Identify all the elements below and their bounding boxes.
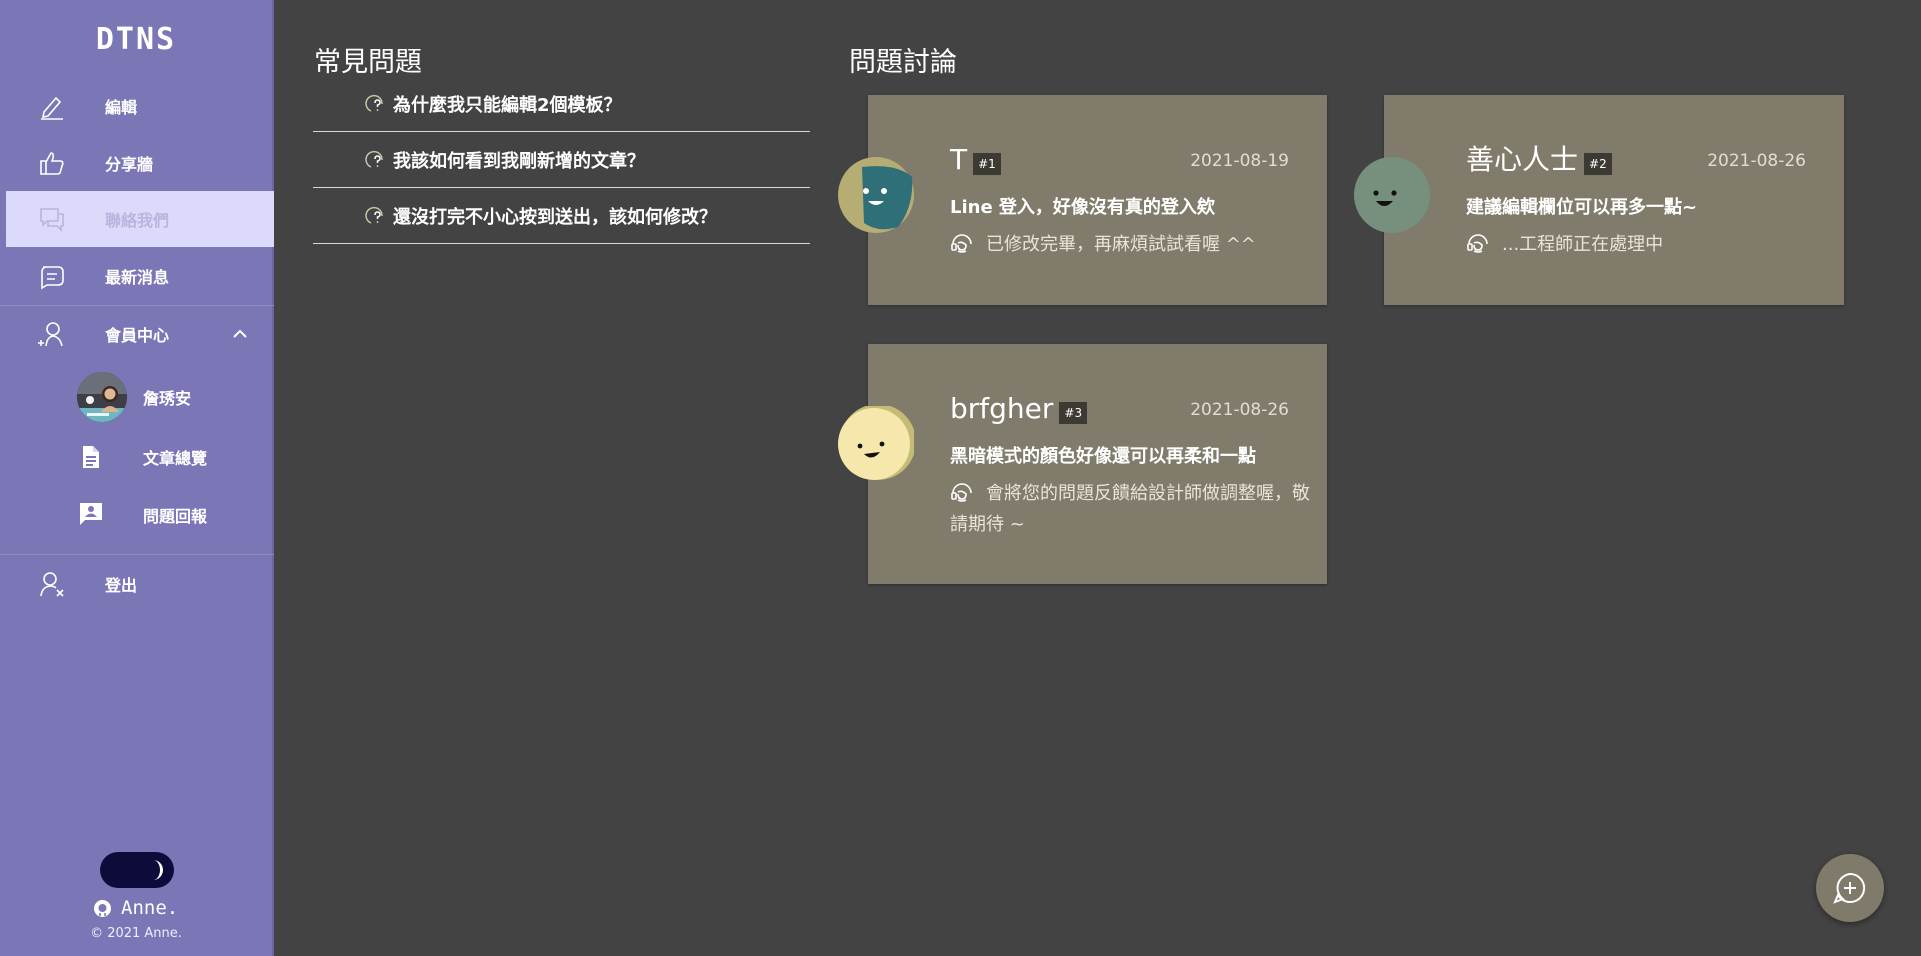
post-title: 建議編輯欄位可以再多一點~ <box>1466 197 1698 218</box>
discussion-title: 問題討論 <box>849 47 957 78</box>
sidebar-item-label: 分享牆 <box>105 155 154 174</box>
sidebar: DTNS 編輯 分享牆 聯絡我們 最新消息 會員中心 詹琇安 文章總覽 問題回報… <box>0 0 274 956</box>
footer-name: Anne. <box>121 897 179 919</box>
faq-item[interactable]: 我該如何看到我剛新增的文章？ <box>313 132 810 188</box>
admin-reply: ...工程師正在處理中 <box>1466 229 1826 260</box>
sidebar-item-label: 編輯 <box>105 98 138 117</box>
author: T #1 <box>950 145 1001 175</box>
post-date: 2021-08-26 <box>1190 400 1289 420</box>
sidebar-item-member-center[interactable]: 會員中心 <box>0 306 274 362</box>
sidebar-item-label: 詹琇安 <box>143 389 192 408</box>
avatar-face-icon <box>838 406 914 480</box>
faq-question: 為什麼我只能編輯2個模板？ <box>393 94 622 116</box>
moon-icon <box>153 860 163 880</box>
support-agent-icon <box>951 483 972 502</box>
author-name: T <box>950 143 968 176</box>
news-bubble-icon <box>41 266 64 290</box>
sidebar-item-news[interactable]: 最新消息 <box>0 248 274 304</box>
dark-mode-toggle[interactable] <box>100 852 174 888</box>
reply-text: ...工程師正在處理中 <box>1502 234 1664 255</box>
discussion-card[interactable]: 善心人士 #2 2021-08-26 建議編輯欄位可以再多一點~ ...工程師正… <box>1354 95 1844 305</box>
pencil-icon <box>41 96 63 120</box>
github-icon <box>94 899 111 917</box>
sidebar-item-share-wall[interactable]: 分享牆 <box>0 135 274 191</box>
divider <box>0 554 274 555</box>
admin-reply: 已修改完畢，再麻煩試試看喔 ^^ <box>950 229 1310 260</box>
chevron-up-icon[interactable] <box>232 326 248 342</box>
post-number-badge: #1 <box>973 153 1001 175</box>
sidebar-item-report[interactable]: 問題回報 <box>0 490 274 540</box>
footer-author[interactable]: Anne. <box>94 896 178 920</box>
support-agent-icon <box>1467 234 1488 253</box>
avatar-face-icon <box>838 157 914 233</box>
chat-add-icon <box>1833 872 1866 904</box>
sidebar-item-profile[interactable]: 詹琇安 <box>0 372 274 422</box>
sidebar-item-label: 問題回報 <box>143 507 208 526</box>
author: 善心人士 #2 <box>1466 145 1612 175</box>
post-date: 2021-08-19 <box>1190 151 1289 171</box>
chat-bubble-icon <box>40 208 64 232</box>
discussion-card[interactable]: brfgher #3 2021-08-26 黑暗模式的顏色好像還可以再柔和一點 … <box>838 344 1327 584</box>
post-title: 黑暗模式的顏色好像還可以再柔和一點 <box>950 446 1256 467</box>
logo[interactable]: DTNS <box>0 22 272 57</box>
sidebar-item-label: 最新消息 <box>105 268 170 287</box>
sidebar-item-label: 會員中心 <box>105 326 170 345</box>
report-icon <box>80 503 102 525</box>
copyright: © 2021 Anne. <box>90 926 182 941</box>
add-question-button[interactable] <box>1816 854 1884 922</box>
admin-reply: 會將您的問題反饋給設計師做調整喔，敬請期待 ~ <box>950 478 1310 540</box>
question-icon <box>365 206 383 224</box>
author: brfgher #3 <box>950 392 1088 425</box>
author-name: brfgher <box>950 392 1054 425</box>
support-agent-icon <box>951 234 972 253</box>
faq-item[interactable]: 還沒打完不小心按到送出，該如何修改？ <box>313 188 810 244</box>
question-icon <box>365 94 383 112</box>
post-number-badge: #3 <box>1059 402 1088 424</box>
faq-question: 我該如何看到我剛新增的文章？ <box>393 150 645 172</box>
reply-text: 會將您的問題反饋給設計師做調整喔，敬請期待 ~ <box>950 483 1310 535</box>
sidebar-item-contact-us[interactable]: 聯絡我們 <box>6 191 274 247</box>
user-remove-icon <box>40 572 64 597</box>
reply-text: 已修改完畢，再麻煩試試看喔 ^^ <box>986 234 1256 255</box>
discussion-card[interactable]: T #1 2021-08-19 Line 登入，好像沒有真的登入欸 已修改完畢，… <box>838 95 1327 305</box>
sidebar-item-edit[interactable]: 編輯 <box>0 78 274 134</box>
sidebar-item-logout[interactable]: 登出 <box>0 556 274 612</box>
thumbs-up-icon <box>40 152 64 175</box>
post-number-badge: #2 <box>1584 153 1612 175</box>
faq-title: 常見問題 <box>314 47 422 78</box>
sidebar-item-label: 登出 <box>105 576 138 595</box>
avatar-face-icon <box>1354 157 1430 233</box>
sidebar-item-label: 聯絡我們 <box>105 211 170 230</box>
sidebar-item-label: 文章總覽 <box>143 449 208 468</box>
question-icon <box>365 150 383 168</box>
post-date: 2021-08-26 <box>1707 151 1806 171</box>
document-icon <box>83 446 99 468</box>
sidebar-item-articles[interactable]: 文章總覽 <box>0 432 274 482</box>
avatar[interactable] <box>77 372 127 422</box>
user-add-icon <box>38 322 63 347</box>
faq-question: 還沒打完不小心按到送出，該如何修改？ <box>393 206 717 228</box>
post-title: Line 登入，好像沒有真的登入欸 <box>950 197 1215 218</box>
faq-item[interactable]: 為什麼我只能編輯2個模板？ <box>313 76 810 132</box>
author-name: 善心人士 <box>1466 143 1579 176</box>
